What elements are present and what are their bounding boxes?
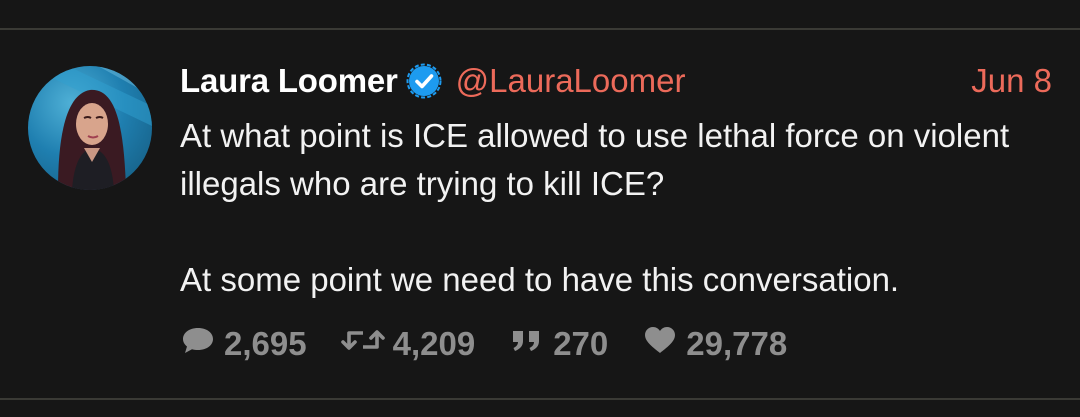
verified-badge-icon (406, 63, 442, 99)
like-count: 29,778 (686, 325, 788, 362)
quote-button[interactable]: 270 (509, 325, 608, 363)
retweet-button[interactable]: 4,209 (340, 325, 476, 363)
tweet[interactable]: Laura Loomer @LauraLoomer Jun 8 At what … (0, 30, 1080, 398)
tweet-actions: 2,695 4,209 270 29,778 (180, 325, 821, 363)
bottom-divider (0, 398, 1080, 400)
tweet-body: Laura Loomer @LauraLoomer Jun 8 At what … (180, 58, 1052, 304)
tweet-header: Laura Loomer @LauraLoomer Jun 8 (180, 58, 1052, 104)
reply-bubble-icon (180, 325, 216, 363)
tweet-date[interactable]: Jun 8 (971, 62, 1052, 100)
tweet-text: At what point is ICE allowed to use leth… (180, 112, 1052, 304)
tweet-paragraph: At some point we need to have this conve… (180, 261, 900, 298)
retweet-icon (340, 325, 385, 363)
heart-icon (642, 325, 678, 363)
quote-count: 270 (553, 325, 609, 362)
quote-icon (509, 325, 545, 363)
tweet-paragraph: At what point is ICE allowed to use leth… (180, 117, 1010, 202)
user-handle[interactable]: @LauraLoomer (456, 62, 686, 100)
display-name[interactable]: Laura Loomer (180, 62, 398, 100)
reply-button[interactable]: 2,695 (180, 325, 307, 363)
retweet-count: 4,209 (392, 325, 476, 362)
reply-count: 2,695 (224, 325, 307, 362)
like-button[interactable]: 29,778 (642, 325, 787, 363)
avatar[interactable] (28, 66, 152, 190)
